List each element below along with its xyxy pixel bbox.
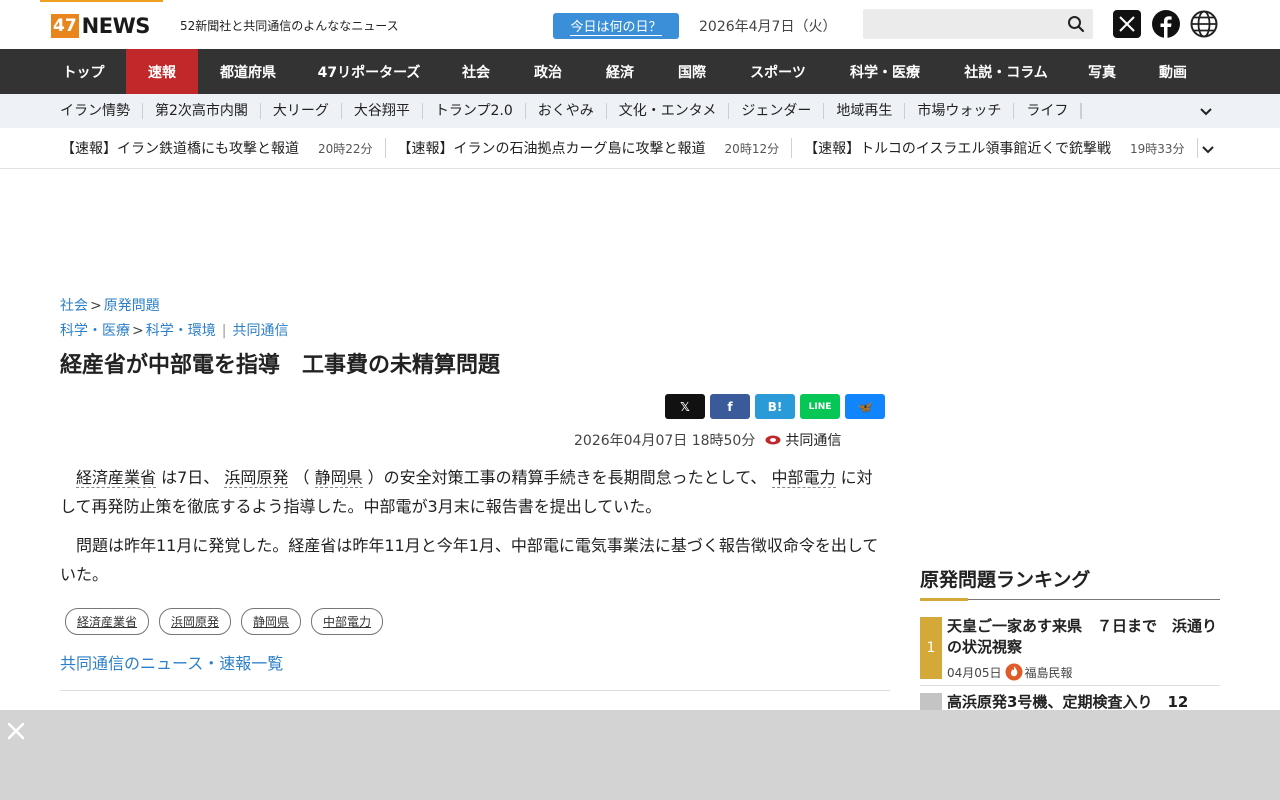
breadcrumb-primary: 社会 > 原発問題 — [60, 295, 160, 315]
facebook-social-icon[interactable] — [1152, 10, 1180, 38]
tag-chip[interactable]: 中部電力 — [311, 608, 384, 635]
article-meta: 2026年04月07日 18時50分 共同通信 — [574, 430, 841, 450]
ranking-item-publisher: 福島民報 — [1024, 665, 1073, 680]
ticker-item[interactable]: 【速報】イランの石油拠点カーグ島に攻撃と報道 20時12分 — [398, 138, 793, 158]
ticker-headline: 【速報】イランの石油拠点カーグ島に攻撃と報道 — [397, 141, 706, 157]
share-line-button[interactable]: LINE — [800, 394, 840, 419]
share-bluesky-button[interactable]: 🦋 — [845, 394, 885, 419]
ranking-item-date: 04月05日 — [947, 665, 1002, 680]
nav-science-medical[interactable]: 科学・医療 — [828, 49, 942, 94]
nav-world[interactable]: 国際 — [656, 49, 728, 94]
close-icon[interactable] — [5, 720, 27, 742]
nav-politics[interactable]: 政治 — [512, 49, 584, 94]
share-facebook-button[interactable]: f — [710, 394, 750, 419]
main-nav: トップ 速報 都道府県 47リポーターズ 社会 政治 経済 国際 スポーツ 科学… — [0, 49, 1280, 94]
site-header: 47 NEWS 52新聞社と共同通信のよんななニュース 今日は何の日？ 2026… — [0, 0, 1280, 49]
ticker-item[interactable]: 【速報】イラン鉄道橋にも攻撃と報道 20時22分 — [61, 138, 386, 158]
site-tagline: 52新聞社と共同通信のよんななニュース — [180, 19, 399, 33]
article-paragraph: 経済産業省 は7日、 浜岡原発 （ 静岡県 ）の安全対策工事の精算手続きを長期間… — [60, 468, 873, 516]
topic-item[interactable]: おくやみ — [526, 103, 607, 119]
nav-47reporters[interactable]: 47リポーターズ — [298, 49, 440, 94]
breaking-news-ticker: 【速報】イラン鉄道橋にも攻撃と報道 20時22分 【速報】イランの石油拠点カーグ… — [0, 128, 1280, 169]
current-date: 2026年4月7日（火） — [699, 19, 837, 35]
breadcrumb-link[interactable]: 科学・環境 — [146, 323, 216, 339]
nav-economy[interactable]: 経済 — [584, 49, 656, 94]
breadcrumb-link[interactable]: 社会 — [60, 298, 88, 314]
globe-language-icon[interactable] — [1190, 10, 1218, 38]
topic-item[interactable]: ライフ — [1014, 103, 1082, 119]
keyword-link[interactable]: 経済産業省 — [76, 468, 157, 488]
tag-chip[interactable]: 経済産業省 — [65, 608, 150, 635]
tag-chip[interactable]: 静岡県 — [241, 608, 302, 635]
article-datetime: 2026年04月07日 18時50分 — [574, 433, 756, 449]
breadcrumb-separator: > — [132, 323, 144, 339]
ranking-item-meta: 04月05日 福島民報 — [947, 663, 1073, 681]
fukushima-minpo-logo-icon — [1005, 663, 1023, 681]
ticker-item[interactable]: 【速報】トルコのイスラエル領事館近くで銃撃戦 19時33分 — [804, 138, 1198, 158]
section-divider — [60, 690, 890, 691]
topic-item[interactable]: 大谷翔平 — [342, 103, 423, 119]
article-source: 共同通信 — [785, 433, 842, 449]
chevron-down-icon[interactable] — [1198, 103, 1214, 119]
nav-top[interactable]: トップ — [41, 49, 126, 94]
news-list-link[interactable]: 共同通信のニュース・速報一覧 — [60, 650, 283, 674]
share-x-button[interactable]: 𝕏 — [665, 394, 705, 419]
nav-editorial-column[interactable]: 社説・コラム — [942, 49, 1070, 94]
today-button[interactable]: 今日は何の日？ — [553, 13, 679, 39]
article-paragraph: 問題は昨年11月に発覚した。経産省は昨年11月と今年1月、中部電に電気事業法に基… — [60, 536, 879, 584]
nav-sports[interactable]: スポーツ — [728, 49, 828, 94]
share-hatena-button[interactable]: B! — [755, 394, 795, 419]
nav-prefectures[interactable]: 都道府県 — [198, 49, 298, 94]
tag-chip[interactable]: 浜岡原発 — [159, 608, 232, 635]
chevron-down-icon[interactable] — [1200, 141, 1216, 157]
ticker-time: 20時12分 — [724, 141, 780, 156]
topic-nav: イラン情勢 第2次高市内閣 大リーグ 大谷翔平 トランプ2.0 おくやみ 文化・… — [0, 94, 1280, 128]
logo-text: NEWS — [81, 13, 151, 38]
search-icon[interactable] — [1067, 15, 1085, 33]
bottom-ad-overlay — [0, 710, 1280, 800]
ticker-time: 20時22分 — [318, 141, 373, 156]
site-logo[interactable]: 47 NEWS — [40, 0, 163, 49]
topic-item[interactable]: トランプ2.0 — [423, 103, 526, 119]
ticker-headline: 【速報】トルコのイスラエル領事館近くで銃撃戦 — [804, 141, 1111, 157]
nav-photos[interactable]: 写真 — [1070, 49, 1134, 94]
topic-item[interactable]: 大リーグ — [261, 103, 342, 119]
rank-number: 1 — [920, 617, 942, 679]
breadcrumb-separator: > — [90, 298, 102, 314]
breadcrumb-source-link[interactable]: 共同通信 — [232, 323, 288, 339]
breadcrumb-divider: | — [221, 323, 227, 339]
ranking-separator — [920, 685, 1220, 686]
nav-society[interactable]: 社会 — [440, 49, 512, 94]
article-title: 経産省が中部電を指導 工事費の未精算問題 — [60, 353, 501, 378]
logo-number: 47 — [51, 13, 79, 38]
x-social-icon[interactable] — [1113, 10, 1141, 38]
search-input[interactable] — [863, 9, 1093, 39]
keyword-link[interactable]: 中部電力 — [771, 468, 836, 488]
topic-item[interactable]: イラン情勢 — [48, 103, 143, 119]
breadcrumb-link[interactable]: 原発問題 — [104, 298, 160, 314]
keyword-link[interactable]: 静岡県 — [314, 468, 363, 488]
breadcrumb-secondary: 科学・医療 > 科学・環境 | 共同通信 — [60, 320, 288, 340]
nav-breaking[interactable]: 速報 — [126, 49, 198, 94]
ticker-time: 19時33分 — [1129, 141, 1185, 156]
ticker-headline: 【速報】イラン鉄道橋にも攻撃と報道 — [61, 141, 299, 157]
topic-item[interactable]: ジェンダー — [729, 103, 825, 119]
topic-item[interactable]: 地域再生 — [824, 103, 906, 119]
topic-item[interactable]: 市場ウォッチ — [905, 103, 1015, 119]
keyword-link[interactable]: 浜岡原発 — [224, 468, 289, 488]
topic-divider — [1081, 103, 1083, 119]
rank-number — [920, 693, 942, 710]
breadcrumb-link[interactable]: 科学・医療 — [60, 323, 130, 339]
topic-item[interactable]: 第2次高市内閣 — [143, 103, 261, 119]
nav-videos[interactable]: 動画 — [1134, 49, 1212, 94]
tag-list: 経済産業省 浜岡原発 静岡県 中部電力 — [65, 608, 393, 635]
ranking-underline-accent — [920, 598, 968, 601]
topic-item[interactable]: 文化・エンタメ — [607, 103, 730, 119]
kyodo-logo-icon — [765, 435, 781, 445]
ranking-item-title[interactable]: 天皇ご一家あす来県 ７日まで 浜通りの状況視察 — [947, 616, 1217, 658]
ranking-heading: 原発問題ランキング — [920, 569, 1091, 591]
